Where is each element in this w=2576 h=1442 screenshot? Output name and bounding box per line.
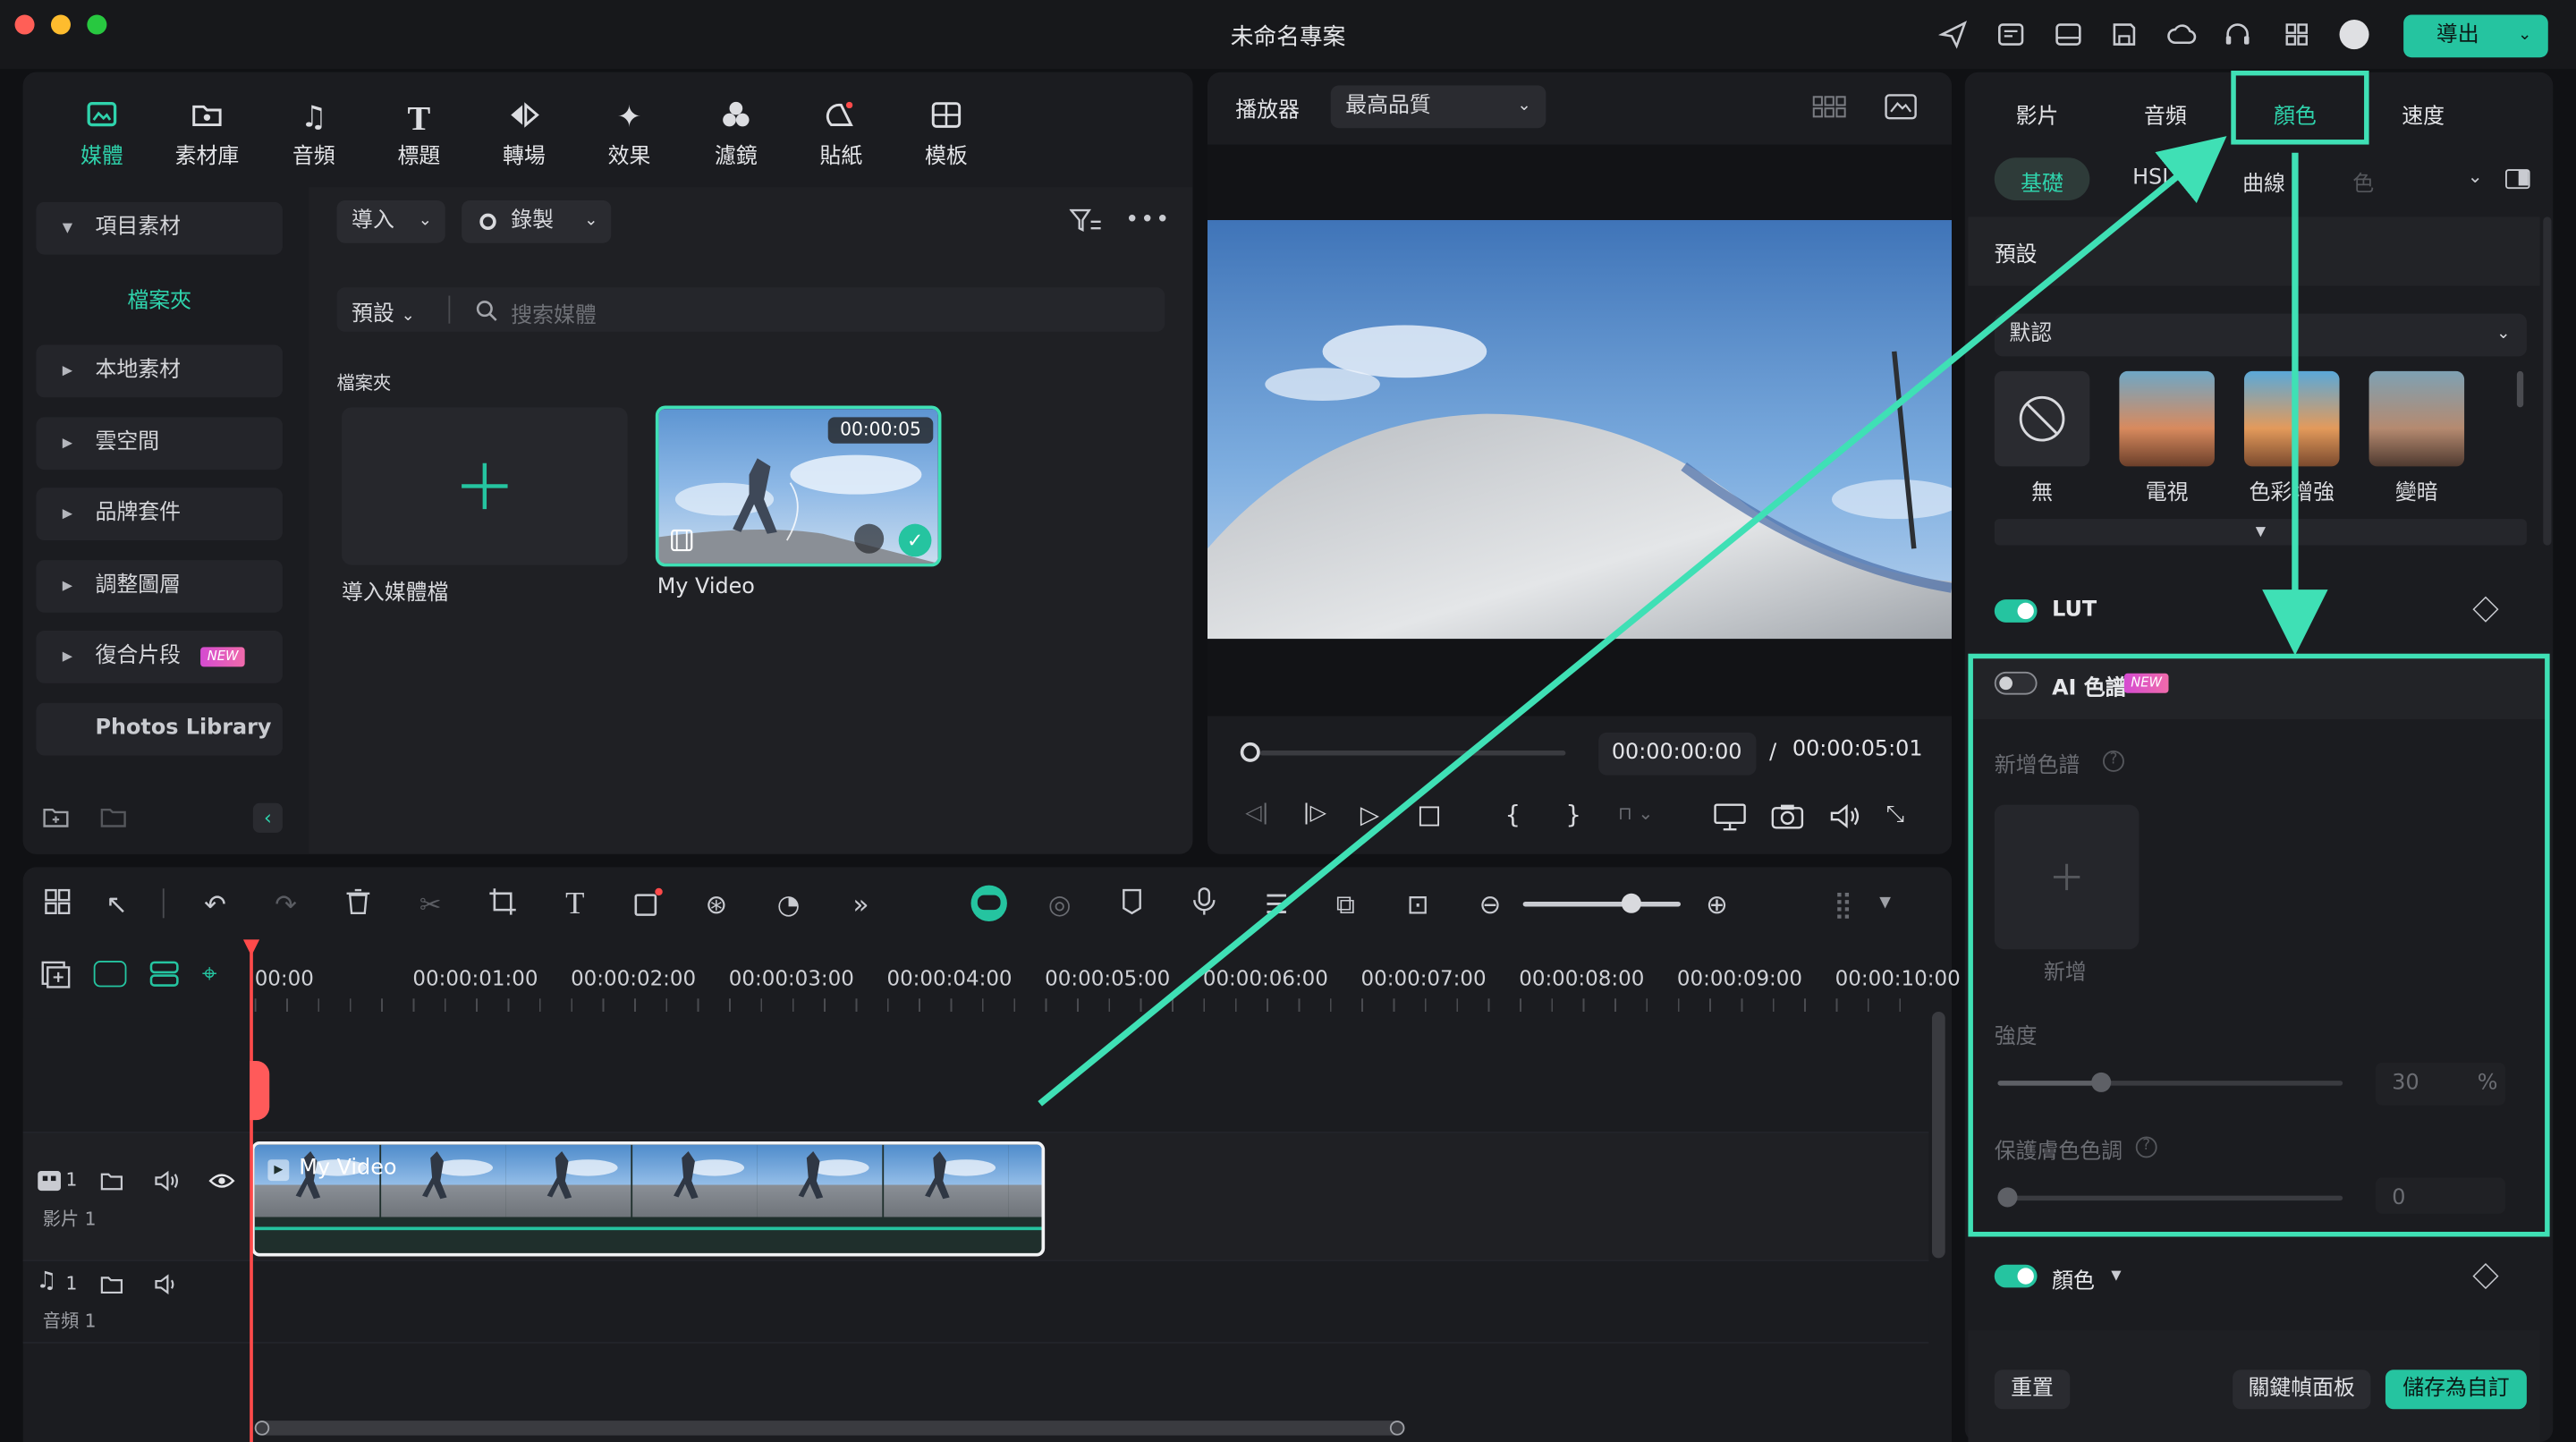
tutorial-arrows [1038, 136, 2328, 1107]
arrow-to-color-tab [1038, 136, 2227, 1107]
app-window: 未命名專案 導出 ⌄ 媒體 素材庫 ♫ 音頻 T 標題 轉場 ✦ 效果 濾鏡 貼… [0, 0, 2576, 1442]
